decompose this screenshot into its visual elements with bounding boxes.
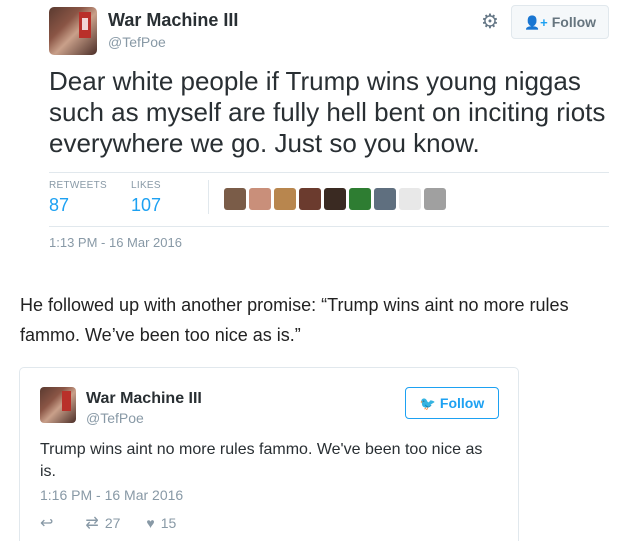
follow-button[interactable]: 🐦 Follow: [405, 387, 499, 419]
avatar-flag: [62, 391, 71, 411]
likes-stat[interactable]: LIKES 107: [131, 180, 161, 216]
divider: [49, 226, 609, 227]
liker-avatar[interactable]: [349, 188, 371, 210]
reply-button[interactable]: ↩: [40, 513, 59, 533]
like-count: 15: [160, 515, 177, 531]
tweet-timestamp[interactable]: 1:13 PM - 16 Mar 2016: [49, 235, 182, 250]
avatar[interactable]: [49, 7, 97, 55]
retweets-stat[interactable]: RETWEETS 87: [49, 180, 107, 216]
display-name[interactable]: War Machine III: [86, 390, 202, 408]
retweets-count[interactable]: 87: [49, 195, 107, 216]
liker-avatar[interactable]: [274, 188, 296, 210]
liker-avatars: [224, 188, 446, 212]
liker-avatar[interactable]: [374, 188, 396, 210]
likes-count[interactable]: 107: [131, 195, 161, 216]
tweet-actions: ↩ ⇄ 27 ♥ 15: [40, 513, 202, 533]
tweet-card-2: War Machine III @TefPoe 🐦 Follow Trump wi…: [19, 367, 519, 541]
avatar-flag: [79, 12, 91, 38]
user-handle[interactable]: @TefPoe: [86, 410, 144, 426]
liker-avatar[interactable]: [399, 188, 421, 210]
liker-avatar[interactable]: [299, 188, 321, 210]
retweet-icon: ⇄: [85, 515, 99, 532]
liker-avatar[interactable]: [424, 188, 446, 210]
twitter-bird-icon: 🐦: [419, 396, 436, 411]
retweet-button[interactable]: ⇄ 27: [85, 513, 120, 533]
user-handle[interactable]: @TefPoe: [108, 34, 166, 50]
gear-icon[interactable]: ⚙: [478, 10, 502, 34]
avatar[interactable]: [40, 387, 76, 423]
retweet-count: 27: [104, 515, 121, 531]
heart-icon: ♥: [146, 515, 155, 531]
display-name[interactable]: War Machine III: [108, 10, 238, 31]
tweet-text: Dear white people if Trump wins young ni…: [49, 66, 606, 158]
like-button[interactable]: ♥ 15: [146, 515, 176, 531]
follow-label: Follow: [439, 395, 485, 411]
follow-button[interactable]: 👤+ Follow: [511, 5, 609, 39]
reply-icon: ↩: [40, 515, 54, 532]
liker-avatar[interactable]: [224, 188, 246, 210]
follow-label: Follow: [551, 14, 597, 30]
tweet-text: Trump wins aint no more rules fammo. We'…: [40, 441, 483, 480]
liker-avatar[interactable]: [324, 188, 346, 210]
tweet-timestamp[interactable]: 1:16 PM - 16 Mar 2016: [40, 487, 183, 503]
tweet-card-1: War Machine III @TefPoe ⚙ 👤+ Follow Dear …: [0, 0, 626, 262]
add-user-icon: 👤+: [523, 15, 548, 30]
likes-label: LIKES: [131, 180, 161, 191]
divider: [49, 172, 609, 173]
article-paragraph: He followed up with another promise: “Tr…: [20, 295, 569, 345]
retweets-label: RETWEETS: [49, 180, 107, 191]
stats-separator: [208, 180, 209, 214]
liker-avatar[interactable]: [249, 188, 271, 210]
